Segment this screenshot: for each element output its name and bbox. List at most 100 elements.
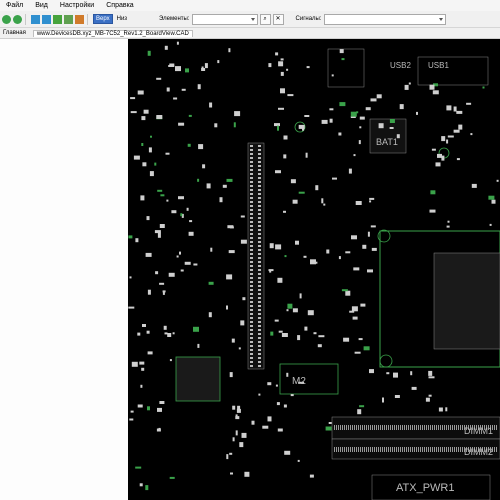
header-pin [258,201,261,203]
smd-component [353,267,360,271]
zoom-out-icon[interactable] [42,14,51,24]
menu-file[interactable]: Файл [0,2,29,9]
dimm-pin [436,425,437,430]
smd-component [429,84,435,90]
smd-component [348,168,352,174]
forward-icon[interactable] [13,14,22,24]
smd-component [274,319,279,322]
smd-component [315,185,319,191]
smd-component [283,404,287,408]
signals-select[interactable] [323,13,446,25]
smd-component [251,420,255,425]
menu-help[interactable]: Справка [100,2,139,9]
header-pin [250,257,253,259]
smd-component [267,382,272,386]
header-pin [250,305,253,307]
smd-component [197,84,201,90]
smd-component [371,247,377,251]
smd-component [228,250,235,254]
header-pin [250,357,253,359]
dimm-pin [442,425,443,430]
rotate-icon[interactable] [64,14,73,24]
header-pin [250,181,253,183]
smd-component [209,102,213,108]
header-pin [250,237,253,239]
tab-bar: Главная www.DevicesDB.xyz_MB-7C52_Rev1.2… [0,28,500,39]
smd-component [429,209,436,213]
header-pin [258,273,261,275]
dimm-pin [496,447,497,452]
dimm-pin [354,425,355,430]
dimm-pin [354,447,355,452]
smd-component [283,154,287,159]
smd-component [157,407,162,412]
board-canvas[interactable]: BAT1 USB2 USB1 M2 ATX_PWR1 DIMM1 DIMM2 [128,39,500,500]
menu-settings[interactable]: Настройки [54,2,100,9]
header-pin [258,217,261,219]
smd-component [438,407,443,412]
dimm-pin [426,425,427,430]
cpu-socket-pins [433,252,500,350]
smd-component [321,119,328,124]
smd-component [222,184,227,188]
smd-component [141,143,144,146]
smd-component [408,82,411,85]
zoom-in-icon[interactable] [31,14,40,24]
dimm-pin [390,447,391,452]
smd-component [360,303,366,307]
header-pin [250,169,253,171]
smd-component [270,331,274,336]
tab-file[interactable]: www.DevicesDB.xyz_MB-7C52_Rev1.2_BoardVi… [32,29,193,37]
side-bottom-button[interactable]: Низ [115,15,129,23]
dimm-pin [366,425,367,430]
board-view[interactable]: BAT1 USB2 USB1 M2 ATX_PWR1 DIMM1 DIMM2 [128,39,500,500]
dimm-pin [342,447,343,452]
header-pin [258,269,261,271]
smd-component [432,90,439,95]
dimm-pin [334,425,335,430]
smd-component [131,361,138,367]
smd-component [362,244,367,249]
dimm-pin [340,425,341,430]
smd-component [208,312,212,318]
smd-component [137,332,141,336]
mounting-hole [379,354,393,368]
smd-component [156,115,163,119]
dimm-pin [418,425,419,430]
header-pin [250,253,253,255]
header-pin [258,333,261,335]
header-pin [250,209,253,211]
fit-icon[interactable] [53,14,62,24]
clear-icon[interactable]: ✕ [272,13,284,25]
side-top-button[interactable]: Верх [93,14,113,24]
smd-component [326,249,330,254]
header-pin [258,341,261,343]
tab-home[interactable]: Главная [0,30,29,36]
smd-component [411,386,417,390]
back-icon[interactable] [2,14,11,24]
smd-component [184,261,191,265]
smd-component [367,269,373,273]
smd-component [466,102,472,105]
header-pin [250,333,253,335]
smd-component [186,207,189,211]
smd-component [491,199,496,204]
separator [87,13,88,25]
header-pin [258,361,261,363]
smd-component [290,179,296,184]
search-icon[interactable]: ⌕ [259,13,271,25]
dimm-pin [404,425,405,430]
header-pin [250,165,253,167]
smd-component [410,371,413,376]
smd-component [369,369,374,374]
header-pin [250,185,253,187]
header-pin [258,209,261,211]
dimm-pin [422,447,423,452]
menu-view[interactable]: Вид [29,2,54,9]
smd-component [329,108,334,111]
elements-select[interactable] [191,13,258,25]
smd-component [208,281,214,285]
header-pin [250,353,253,355]
smd-component [139,483,143,487]
flip-icon[interactable] [75,14,84,24]
